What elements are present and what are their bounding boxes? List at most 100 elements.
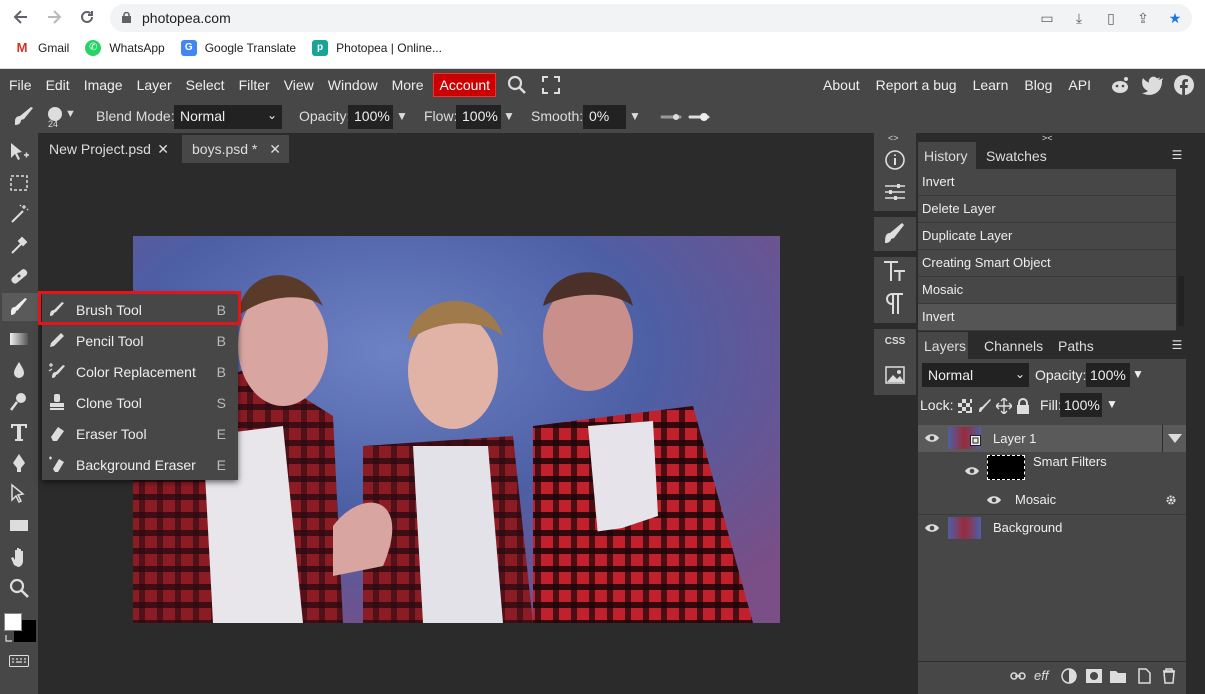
layer-row-background[interactable]: Background: [918, 515, 1186, 542]
menu-more[interactable]: More: [385, 77, 431, 93]
fill-input[interactable]: 100%: [1060, 393, 1102, 417]
close-icon[interactable]: ✕: [269, 135, 281, 163]
css-icon[interactable]: CSS: [876, 336, 914, 347]
bookmark-star-icon[interactable]: ★: [1166, 9, 1184, 27]
facebook-icon[interactable]: [1173, 74, 1195, 96]
blend-mode-select[interactable]: Normal ⌄: [174, 105, 282, 129]
flyout-pencil-tool[interactable]: Pencil Tool B: [42, 325, 238, 356]
path-select-icon[interactable]: [8, 483, 30, 505]
link-layers-icon[interactable]: [1010, 671, 1026, 681]
shape-tool-icon[interactable]: [8, 514, 30, 536]
new-folder-icon[interactable]: [1110, 669, 1126, 683]
eyedropper-icon[interactable]: [8, 234, 30, 256]
layer-row-mosaic-filter[interactable]: Mosaic: [918, 487, 1186, 514]
close-icon[interactable]: ✕: [157, 135, 169, 163]
new-layer-icon[interactable]: [1136, 668, 1152, 684]
brush-preset-picker[interactable]: 24 ▼: [46, 105, 76, 129]
foreground-color-swatch[interactable]: [4, 613, 22, 631]
layer-opacity-dropdown-icon[interactable]: ▼: [1132, 367, 1144, 381]
lock-pixels-icon[interactable]: [978, 399, 992, 413]
adjustment-layer-icon[interactable]: [1061, 668, 1077, 684]
move-tool-icon[interactable]: [8, 141, 30, 163]
install-icon[interactable]: ⤓: [1070, 9, 1088, 27]
menu-view[interactable]: View: [277, 77, 321, 93]
layers-panel-menu-icon[interactable]: ☰: [1168, 336, 1186, 354]
healing-brush-icon[interactable]: [8, 265, 30, 287]
keyboard-icon[interactable]: [9, 655, 29, 667]
blur-tool-icon[interactable]: [8, 359, 30, 381]
history-panel-menu-icon[interactable]: ☰: [1168, 146, 1186, 164]
zoom-tool-icon[interactable]: [8, 577, 30, 599]
smooth-input[interactable]: 0%: [583, 105, 626, 129]
forward-arrow-icon[interactable]: [43, 8, 65, 28]
account-button[interactable]: Account: [433, 72, 497, 97]
adjustments-icon[interactable]: [876, 179, 914, 205]
info-icon[interactable]: [876, 147, 914, 173]
flyout-eraser-tool[interactable]: Eraser Tool E: [42, 418, 238, 449]
opacity-input[interactable]: 100%: [348, 105, 393, 129]
link-learn[interactable]: Learn: [965, 77, 1017, 93]
history-item[interactable]: Mosaic: [918, 277, 1176, 304]
layer-style-fx-icon[interactable]: eff: [1034, 668, 1048, 683]
image-icon[interactable]: [876, 363, 914, 389]
flyout-background-eraser[interactable]: Background Eraser E: [42, 449, 238, 480]
page-icon[interactable]: ▯: [1102, 9, 1120, 27]
menu-file[interactable]: File: [2, 77, 39, 93]
reload-icon[interactable]: [76, 8, 98, 28]
menu-window[interactable]: Window: [321, 77, 385, 93]
layer-name[interactable]: Background: [993, 520, 1062, 535]
flyout-color-replacement[interactable]: Color Replacement B: [42, 356, 238, 387]
tab-paths[interactable]: Paths: [1052, 332, 1100, 360]
tab-new-project[interactable]: New Project.psd ✕: [39, 135, 177, 163]
eye-icon[interactable]: [924, 433, 940, 443]
link-report-bug[interactable]: Report a bug: [868, 77, 965, 93]
layer-mask-icon[interactable]: [1086, 669, 1102, 683]
lock-all-icon[interactable]: [1016, 398, 1030, 414]
menu-select[interactable]: Select: [179, 77, 232, 93]
character-icon[interactable]: [876, 259, 914, 285]
history-item-current[interactable]: Invert: [918, 304, 1176, 331]
address-bar[interactable]: photopea.com ▭ ⤓ ▯ ⇪ ★: [110, 4, 1192, 32]
history-item[interactable]: Duplicate Layer: [918, 223, 1176, 250]
menu-filter[interactable]: Filter: [232, 77, 277, 93]
brush-tool-button-icon[interactable]: [8, 296, 30, 318]
history-item[interactable]: Invert: [918, 169, 1176, 196]
brush-settings-icon[interactable]: [876, 219, 914, 247]
layer-opacity-input[interactable]: 100%: [1086, 363, 1130, 387]
bookmark-google-translate[interactable]: G Google Translate: [180, 40, 296, 56]
link-api[interactable]: API: [1060, 77, 1099, 93]
bookmark-gmail[interactable]: M Gmail: [14, 40, 70, 56]
history-item[interactable]: Creating Smart Object: [918, 250, 1176, 277]
lock-position-icon[interactable]: [996, 398, 1012, 414]
bookmark-whatsapp[interactable]: ✆ WhatsApp: [85, 40, 165, 56]
search-icon[interactable]: [506, 74, 528, 96]
opacity-dropdown-icon[interactable]: ▼: [396, 100, 408, 133]
tab-search-icon[interactable]: ▭: [1038, 9, 1056, 27]
expand-arrows-icon[interactable]: <>: [888, 133, 899, 143]
reddit-icon[interactable]: [1109, 75, 1131, 95]
layer-name[interactable]: Layer 1: [993, 431, 1036, 446]
marquee-tool-icon[interactable]: [8, 172, 30, 194]
gradient-tool-icon[interactable]: [8, 328, 30, 350]
layer-row-smart-filters[interactable]: Smart Filters: [918, 452, 1186, 487]
link-about[interactable]: About: [815, 77, 868, 93]
history-item[interactable]: Delete Layer: [918, 196, 1176, 223]
delete-layer-trash-icon[interactable]: [1161, 668, 1177, 684]
pressure-toggle-icon[interactable]: [660, 112, 712, 122]
menu-image[interactable]: Image: [77, 77, 130, 93]
flow-dropdown-icon[interactable]: ▼: [503, 100, 515, 133]
menu-layer[interactable]: Layer: [130, 77, 179, 93]
flow-input[interactable]: 100%: [456, 105, 501, 129]
dodge-tool-icon[interactable]: [8, 390, 30, 412]
eye-icon[interactable]: [964, 466, 980, 476]
type-tool-icon[interactable]: [8, 421, 30, 443]
flyout-clone-tool[interactable]: Clone Tool S: [42, 387, 238, 418]
layer-blend-mode-select[interactable]: Normal ⌄: [922, 363, 1029, 387]
link-blog[interactable]: Blog: [1016, 77, 1060, 93]
layer-expand-toggle[interactable]: [1162, 425, 1186, 452]
bookmark-photopea[interactable]: p Photopea | Online...: [312, 40, 442, 56]
share-icon[interactable]: ⇪: [1134, 9, 1152, 27]
fill-dropdown-icon[interactable]: ▼: [1106, 397, 1118, 411]
magic-wand-icon[interactable]: [8, 203, 30, 225]
menu-edit[interactable]: Edit: [39, 77, 77, 93]
